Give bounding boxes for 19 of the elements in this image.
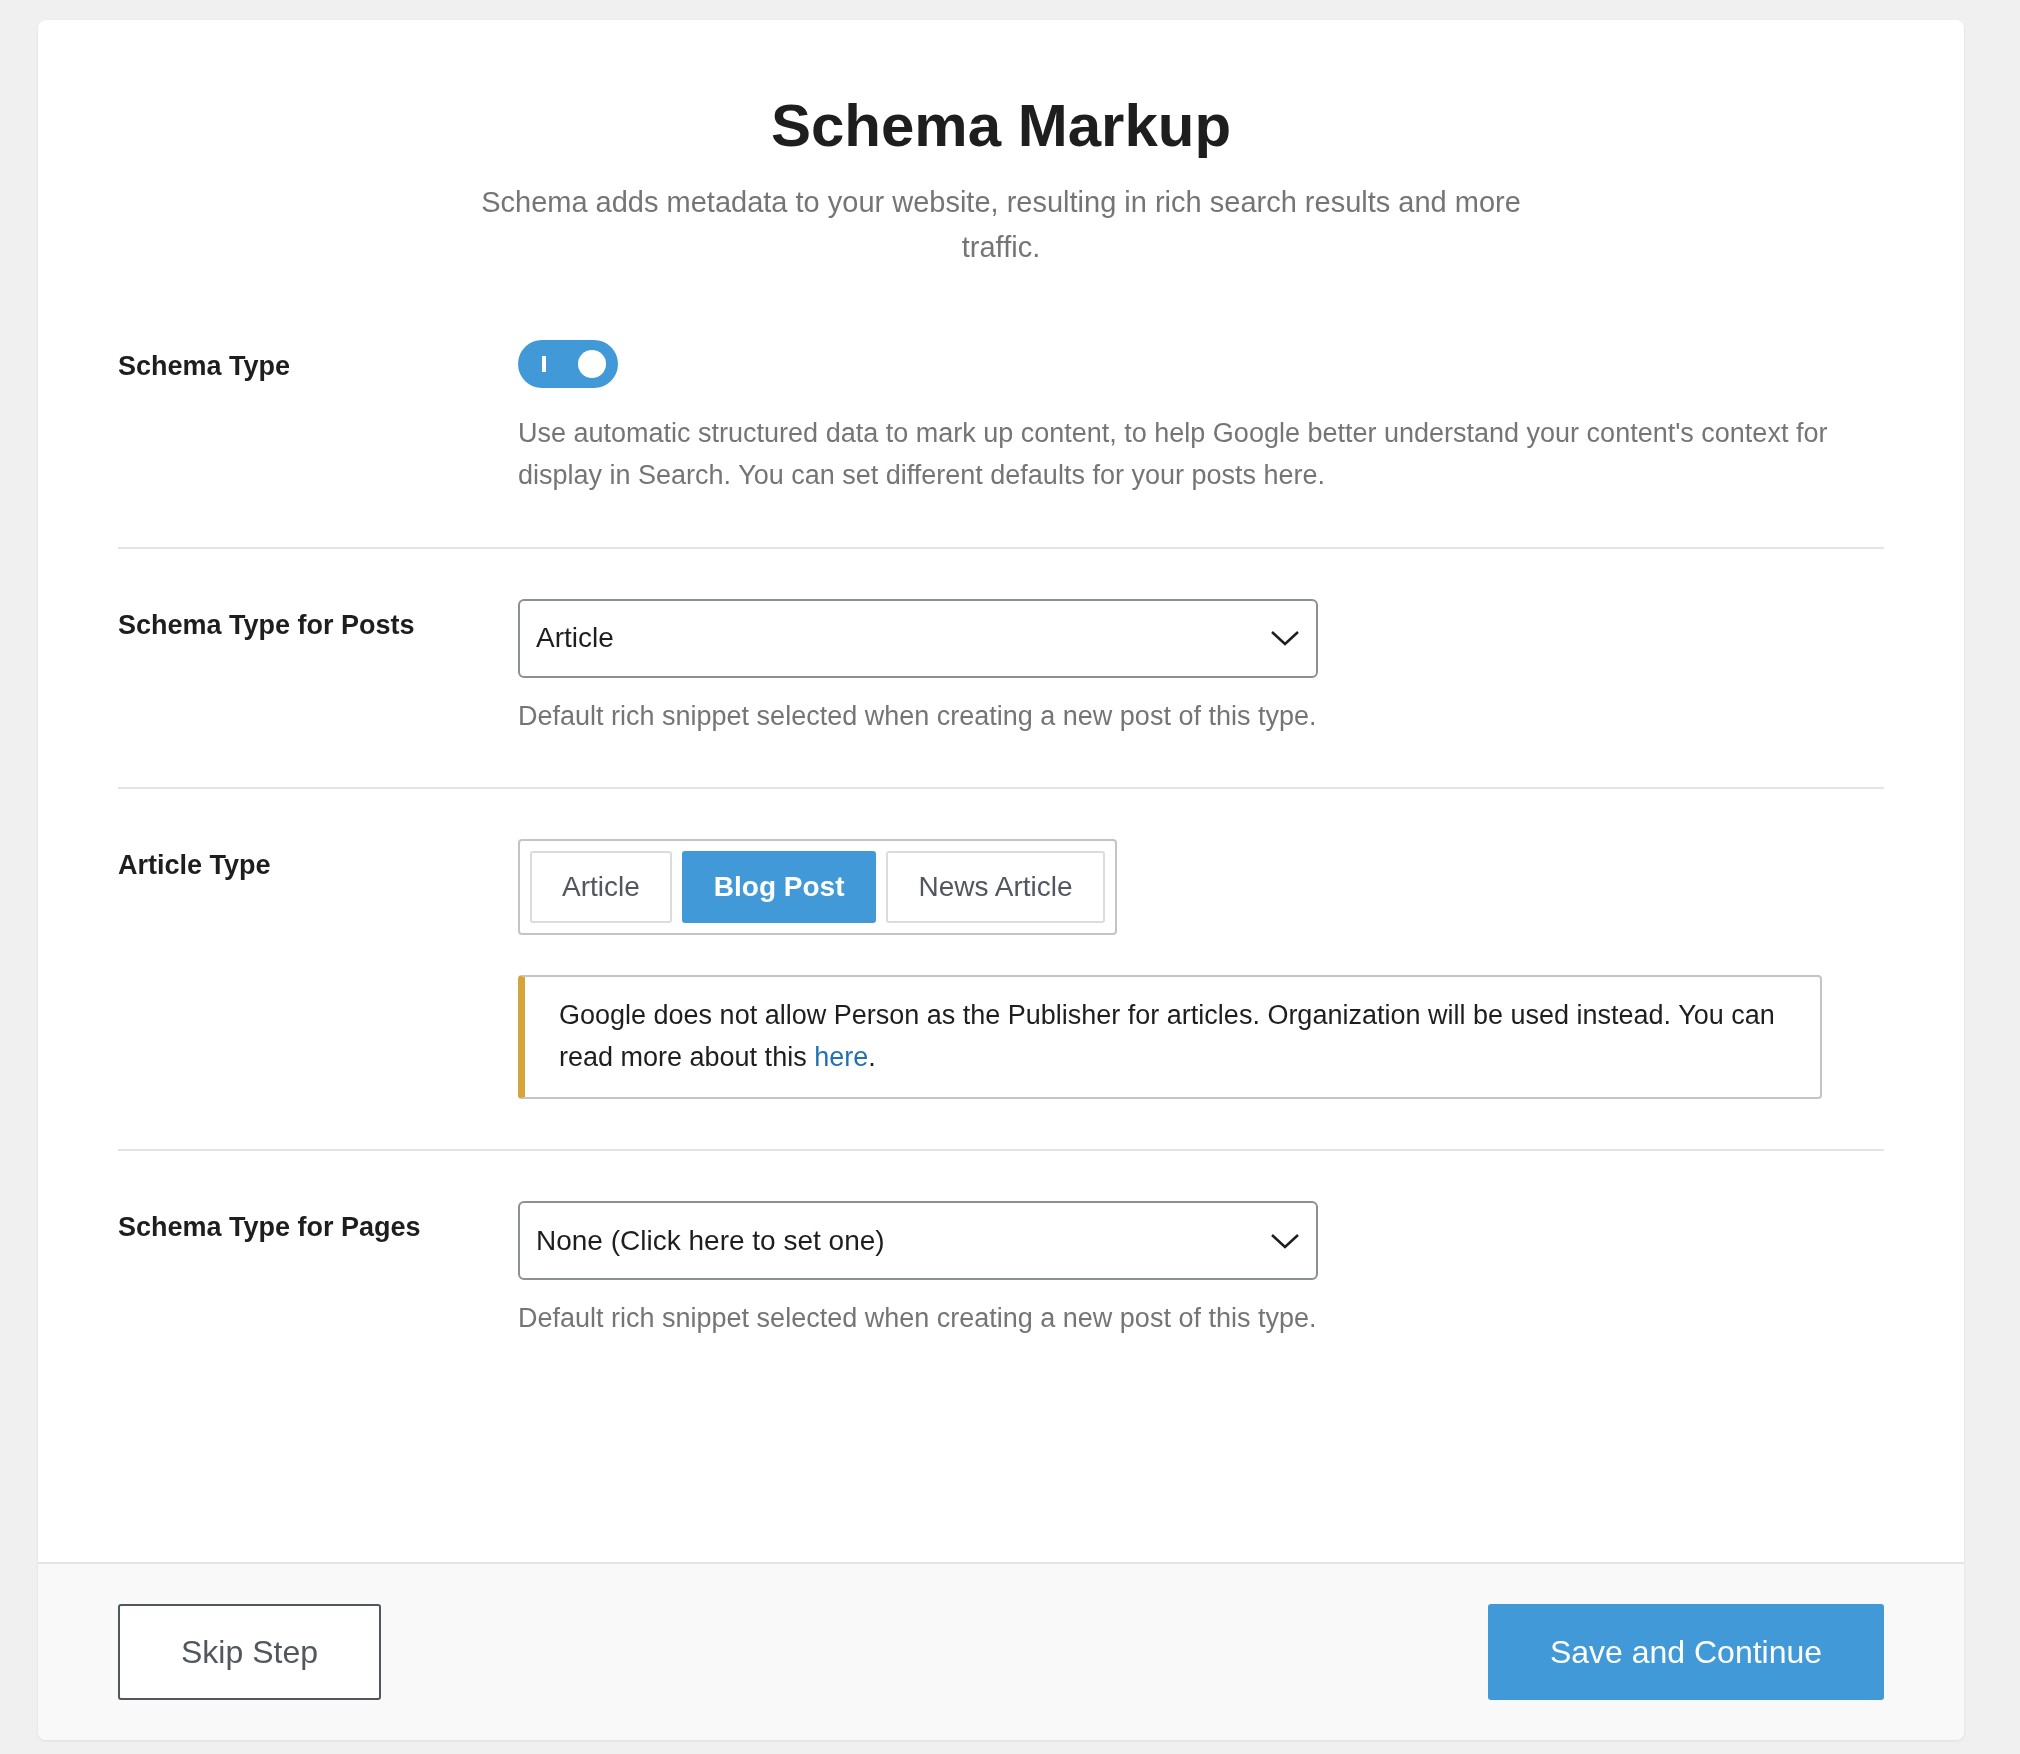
option-button[interactable]: Article [530, 851, 672, 924]
notice-text: Google does not allow Person as the Publisher for articles. Organization will be used instead. You can read more about this here. [518, 975, 1822, 1100]
select-dropdown[interactable]: None (Click here to set one) [518, 1201, 1318, 1281]
notice-link[interactable]: here [814, 1042, 869, 1073]
help-text: Default rich snippet selected when creating a new post of this type. [518, 1302, 1318, 1336]
page-title: Schema Markup [769, 91, 1233, 161]
chevron-down-icon [1270, 1231, 1300, 1250]
option-button[interactable]: News Article [886, 851, 1105, 924]
select-dropdown[interactable]: Article [518, 598, 1318, 678]
help-text: Default rich snippet selected when creating a new post of this type. [518, 699, 1318, 733]
page-subtitle: Schema adds metadata to your website, resulting in rich search results and more traffic. [480, 185, 1522, 265]
chevron-down-icon [1270, 629, 1300, 648]
help-text: Use automatic structured data to mark up content, to help Google better understand your content's context for display in Search. You can set different defaults for your posts here. [518, 416, 1829, 492]
setting-label: Schema Type for Pages [118, 1211, 422, 1245]
setting-label: Article Type [118, 849, 272, 883]
setting-label: Schema Type for Posts [118, 608, 416, 642]
setting-label: Schema Type [118, 349, 292, 383]
toggle-switch[interactable] [518, 339, 618, 388]
skip-step-button[interactable]: Skip Step [118, 1604, 381, 1700]
